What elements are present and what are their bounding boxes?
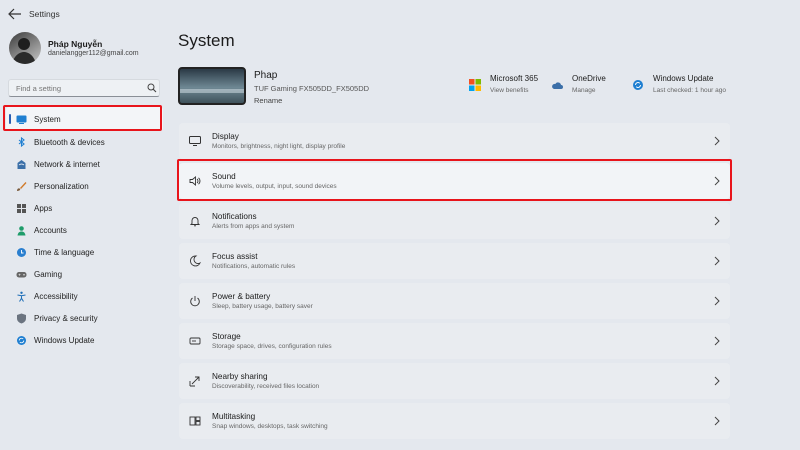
sidebar-item-label: Network & internet — [34, 159, 100, 169]
globe-clock-icon — [17, 247, 26, 257]
chevron-right-icon — [714, 216, 720, 226]
setting-subtitle: Monitors, brightness, night light, displ… — [212, 143, 346, 150]
sidebar-item-personalization[interactable]: Personalization — [6, 175, 163, 197]
back-arrow-icon[interactable] — [8, 8, 22, 20]
sidebar-item-label: Accounts — [34, 225, 67, 235]
setting-row-focus-assist[interactable]: Focus assist Notifications, automatic ru… — [179, 243, 730, 279]
quick-link-subtitle: Last checked: 1 hour ago — [653, 87, 726, 94]
sidebar-item-label: Time & language — [34, 247, 95, 257]
app-title: Settings — [29, 9, 60, 19]
shield-icon — [17, 313, 26, 323]
sidebar-item-label: Accessibility — [34, 291, 78, 301]
setting-title: Notifications — [212, 212, 257, 221]
sidebar-item-label: Personalization — [34, 181, 89, 191]
bell-icon — [189, 217, 201, 227]
microsoft-logo-icon — [469, 79, 481, 91]
network-icon — [17, 159, 26, 169]
chevron-right-icon — [714, 416, 720, 426]
profile-name: Pháp Nguyễn — [48, 39, 103, 49]
setting-title: Nearby sharing — [212, 372, 268, 381]
sidebar-nav: System Bluetooth & devices Network & int… — [6, 107, 163, 351]
title-bar: Settings — [0, 0, 800, 28]
update-icon — [633, 80, 643, 90]
share-icon — [189, 376, 200, 387]
bluetooth-icon — [18, 136, 25, 147]
gamepad-icon — [16, 271, 27, 277]
accessibility-icon — [17, 291, 26, 302]
quick-link-subtitle: View benefits — [490, 87, 529, 94]
setting-subtitle: Notifications, automatic rules — [212, 263, 296, 270]
sidebar-item-time-language[interactable]: Time & language — [6, 241, 163, 263]
sidebar-item-gaming[interactable]: Gaming — [6, 263, 163, 285]
profile-email: danielangger112@gmail.com — [48, 50, 139, 57]
chevron-right-icon — [714, 136, 720, 146]
cloud-icon — [552, 82, 563, 89]
setting-title: Display — [212, 132, 239, 141]
setting-row-power-battery[interactable]: Power & battery Sleep, battery usage, ba… — [179, 283, 730, 319]
device-name: Phap — [254, 70, 278, 81]
setting-row-notifications[interactable]: Notifications Alerts from apps and syste… — [179, 203, 730, 239]
multitask-icon — [189, 416, 201, 426]
setting-title: Power & battery — [212, 292, 271, 301]
setting-title: Storage — [212, 332, 241, 341]
sidebar-item-accounts[interactable]: Accounts — [6, 219, 163, 241]
setting-title: Focus assist — [212, 252, 258, 261]
setting-row-multitasking[interactable]: Multitasking Snap windows, desktops, tas… — [179, 403, 730, 439]
setting-row-storage[interactable]: Storage Storage space, drives, configura… — [179, 323, 730, 359]
search-input[interactable] — [8, 79, 160, 97]
setting-subtitle: Snap windows, desktops, task switching — [212, 423, 328, 430]
setting-subtitle: Storage space, drives, configuration rul… — [212, 343, 332, 350]
quick-link-title: Windows Update — [653, 74, 714, 83]
setting-subtitle: Alerts from apps and system — [212, 223, 295, 230]
setting-row-display[interactable]: Display Monitors, brightness, night ligh… — [179, 123, 730, 159]
chevron-right-icon — [714, 256, 720, 266]
quick-link-title: OneDrive — [572, 74, 606, 83]
quick-link-subtitle: Manage — [572, 87, 596, 94]
device-wallpaper-thumbnail — [178, 67, 246, 105]
setting-row-nearby-sharing[interactable]: Nearby sharing Discoverability, received… — [179, 363, 730, 399]
setting-subtitle: Discoverability, received files location — [212, 383, 320, 390]
quick-link-title: Microsoft 365 — [490, 74, 539, 83]
storage-icon — [189, 337, 201, 345]
sidebar-item-label: Windows Update — [34, 335, 95, 345]
sidebar-item-accessibility[interactable]: Accessibility — [6, 285, 163, 307]
rename-link[interactable]: Rename — [254, 96, 282, 105]
avatar[interactable] — [9, 32, 41, 64]
moon-icon — [190, 255, 201, 267]
power-icon — [190, 296, 200, 307]
update-icon — [17, 335, 26, 345]
sidebar-item-label: Apps — [34, 203, 53, 213]
chevron-right-icon — [714, 376, 720, 386]
apps-icon — [17, 203, 26, 213]
brush-icon — [17, 181, 27, 191]
sidebar-item-privacy-security[interactable]: Privacy & security — [6, 307, 163, 329]
setting-subtitle: Sleep, battery usage, battery saver — [212, 303, 313, 310]
setting-title: Multitasking — [212, 412, 256, 421]
sidebar-item-network[interactable]: Network & internet — [6, 153, 163, 175]
sidebar-item-label: Gaming — [34, 269, 63, 279]
sidebar-item-windows-update[interactable]: Windows Update — [6, 329, 163, 351]
chevron-right-icon — [714, 336, 720, 346]
sidebar-item-bluetooth[interactable]: Bluetooth & devices — [6, 131, 163, 153]
page-title: System — [178, 31, 235, 50]
person-icon — [17, 225, 26, 235]
search-icon[interactable] — [147, 83, 157, 93]
sidebar-item-label: Privacy & security — [34, 313, 98, 323]
monitor-icon — [189, 136, 201, 146]
highlight-box-system — [3, 105, 162, 131]
sidebar-item-apps[interactable]: Apps — [6, 197, 163, 219]
chevron-right-icon — [714, 296, 720, 306]
device-model: TUF Gaming FX505DD_FX505DD — [254, 84, 370, 93]
highlight-box-sound — [177, 159, 732, 201]
sidebar-item-label: Bluetooth & devices — [34, 137, 105, 147]
